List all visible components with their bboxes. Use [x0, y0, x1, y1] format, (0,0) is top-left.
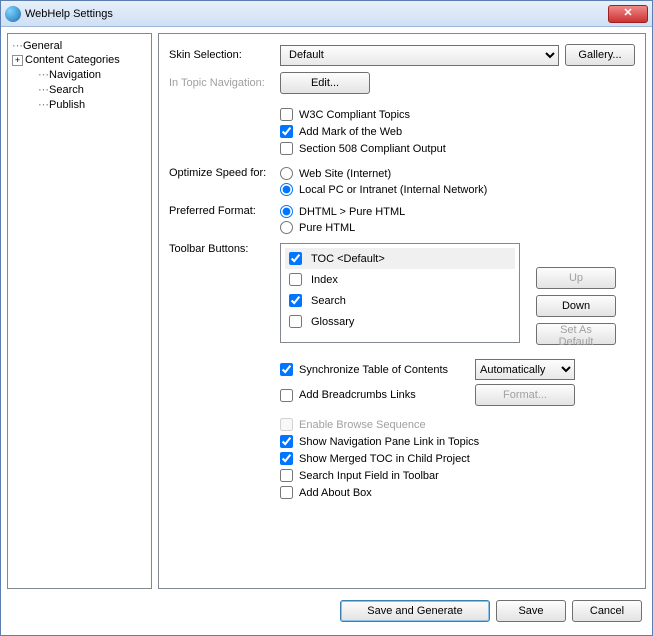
save-button[interactable]: Save — [496, 600, 566, 622]
footer: Save and Generate Save Cancel — [1, 595, 652, 635]
check-motw[interactable]: Add Mark of the Web — [280, 125, 635, 138]
set-default-button[interactable]: Set As Default — [536, 323, 616, 345]
check-about-box[interactable]: Add About Box — [280, 486, 635, 499]
radio-web[interactable]: Web Site (Internet) — [280, 167, 487, 180]
check-508[interactable]: Section 508 Compliant Output — [280, 142, 635, 155]
label-toolbar: Toolbar Buttons: — [169, 243, 274, 255]
check-browse-seq: Enable Browse Sequence — [280, 418, 635, 431]
check-navpane[interactable]: Show Navigation Pane Link in Topics — [280, 435, 635, 448]
radio-pure[interactable]: Pure HTML — [280, 221, 405, 234]
toolbar-listbox[interactable]: TOC <Default> Index Search Glossary — [280, 243, 520, 343]
check-sync[interactable]: Synchronize Table of Contents Automatica… — [280, 359, 635, 380]
skin-select[interactable]: Default — [280, 45, 559, 66]
tree-item-navigation[interactable]: Navigation — [10, 67, 149, 82]
gallery-button[interactable]: Gallery... — [565, 44, 635, 66]
body: General +Content Categories Navigation S… — [1, 27, 652, 595]
label-intopic: In Topic Navigation: — [169, 77, 274, 89]
window: WebHelp Settings ✕ General +Content Cate… — [0, 0, 653, 636]
nav-tree: General +Content Categories Navigation S… — [7, 33, 152, 589]
tree-item-search[interactable]: Search — [10, 82, 149, 97]
expand-icon[interactable]: + — [12, 55, 23, 66]
content-panel: Skin Selection: Default Gallery... In To… — [158, 33, 646, 589]
list-item-search[interactable]: Search — [285, 290, 515, 311]
format-button[interactable]: Format... — [475, 384, 575, 406]
check-breadcrumbs[interactable]: Add Breadcrumbs Links Format... — [280, 384, 635, 406]
titlebar: WebHelp Settings ✕ — [1, 1, 652, 27]
edit-button[interactable]: Edit... — [280, 72, 370, 94]
radio-local[interactable]: Local PC or Intranet (Internal Network) — [280, 183, 487, 196]
list-item-glossary[interactable]: Glossary — [285, 311, 515, 332]
sync-mode-select[interactable]: Automatically — [475, 359, 575, 380]
check-w3c[interactable]: W3C Compliant Topics — [280, 108, 635, 121]
down-button[interactable]: Down — [536, 295, 616, 317]
radio-dhtml[interactable]: DHTML > Pure HTML — [280, 205, 405, 218]
window-title: WebHelp Settings — [25, 8, 608, 20]
tree-item-general[interactable]: General — [10, 38, 149, 53]
label-preferred: Preferred Format: — [169, 205, 274, 217]
up-button[interactable]: Up — [536, 267, 616, 289]
tree-item-publish[interactable]: Publish — [10, 97, 149, 112]
check-search-input[interactable]: Search Input Field in Toolbar — [280, 469, 635, 482]
tree-item-content-categories[interactable]: +Content Categories — [10, 53, 149, 67]
check-merged-toc[interactable]: Show Merged TOC in Child Project — [280, 452, 635, 465]
save-generate-button[interactable]: Save and Generate — [340, 600, 490, 622]
app-icon — [5, 6, 21, 22]
list-item-toc[interactable]: TOC <Default> — [285, 248, 515, 269]
label-optimize: Optimize Speed for: — [169, 167, 274, 179]
list-item-index[interactable]: Index — [285, 269, 515, 290]
close-button[interactable]: ✕ — [608, 5, 648, 23]
label-skin: Skin Selection: — [169, 49, 274, 61]
cancel-button[interactable]: Cancel — [572, 600, 642, 622]
